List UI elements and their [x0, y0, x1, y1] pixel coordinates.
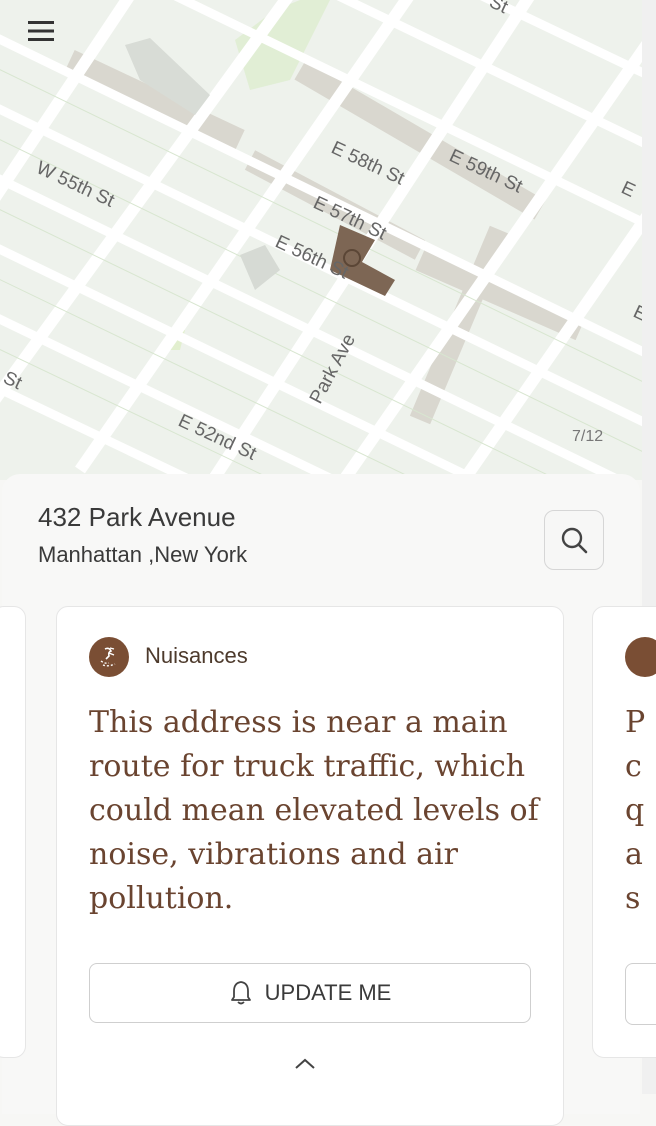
next-card-badge — [625, 637, 656, 677]
category-badge — [89, 637, 129, 677]
bell-icon — [230, 981, 251, 1005]
card-counter: 7/12 — [572, 428, 604, 445]
card-description: This address is near a main route for tr… — [89, 705, 539, 916]
update-me-button[interactable]: UPDATE ME — [89, 963, 531, 1023]
expand-button[interactable] — [293, 1055, 317, 1074]
category-label: Nuisances — [145, 643, 248, 668]
menu-button[interactable] — [28, 20, 56, 48]
map[interactable]: E 58th St E 59th St E 57th St E 56th St … — [0, 0, 642, 480]
next-card[interactable]: P c q a s — [592, 606, 656, 1058]
address-area: Manhattan ,New York — [38, 542, 248, 567]
update-me-label: UPDATE ME — [264, 980, 392, 1005]
search-button[interactable] — [544, 510, 604, 570]
map-canvas: E 58th St E 59th St E 57th St E 56th St … — [0, 0, 642, 480]
search-icon — [561, 527, 588, 554]
bottom-sheet: 432 Park Avenue Manhattan ,New York Nuis… — [0, 474, 656, 1126]
hamburger-icon — [28, 21, 54, 41]
insight-card: Nuisances This address is near a main ro… — [56, 606, 564, 1126]
previous-card[interactable] — [0, 606, 26, 1058]
chevron-up-icon — [295, 1058, 315, 1069]
address-title: 432 Park Avenue — [38, 502, 236, 532]
next-card-button[interactable] — [625, 963, 656, 1025]
next-card-text: P c q a s — [625, 705, 646, 916]
nuisance-icon — [100, 647, 116, 667]
